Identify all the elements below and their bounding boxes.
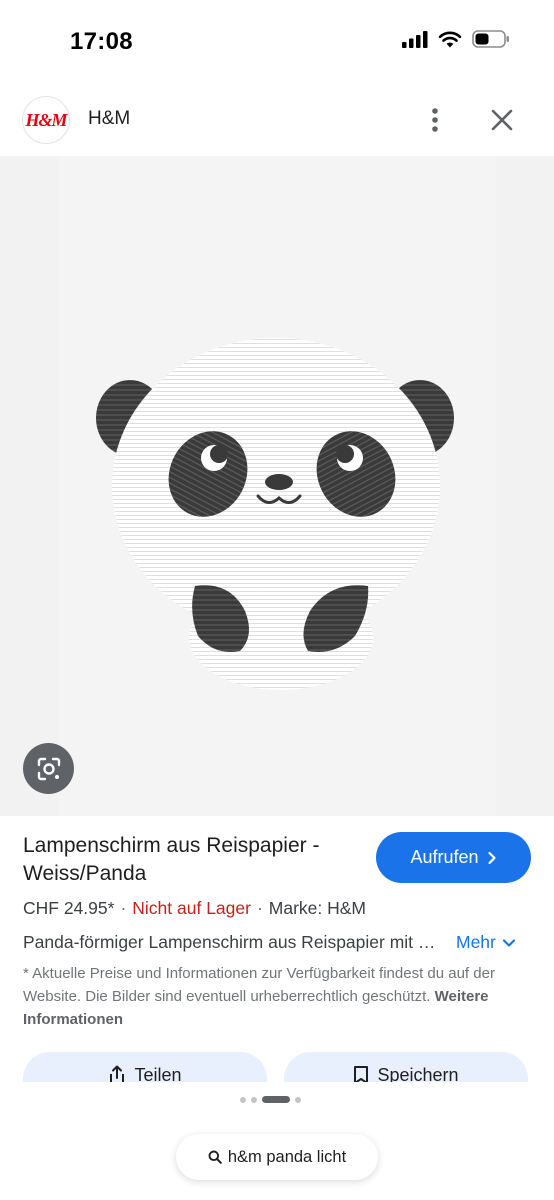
- product-description: Panda-förmiger Lampenschirm aus Reispapi…: [23, 932, 447, 952]
- visit-button[interactable]: Aufrufen: [376, 832, 531, 883]
- status-time: 17:08: [70, 28, 133, 55]
- action-row: Teilen Speichern: [0, 1052, 554, 1082]
- more-options-button[interactable]: [422, 104, 448, 136]
- share-button-label: Teilen: [134, 1065, 182, 1082]
- bookmark-icon: [354, 1066, 369, 1082]
- site-logo[interactable]: H&M: [22, 96, 70, 144]
- search-icon: [208, 1150, 222, 1164]
- share-icon: [110, 1065, 125, 1082]
- carousel-indicator: [240, 1096, 301, 1103]
- product-title[interactable]: Lampenschirm aus Reispapier - Weiss/Pand…: [23, 832, 363, 888]
- signal-icon: [402, 31, 428, 48]
- carousel-dot: [251, 1096, 257, 1103]
- search-query-pill[interactable]: h&m panda licht: [176, 1134, 378, 1180]
- bottom-area: h&m panda licht: [0, 1082, 554, 1200]
- carousel-dot: [295, 1096, 301, 1103]
- site-logo-text: H&M: [25, 109, 67, 130]
- google-lens-icon: [37, 757, 60, 780]
- meta-separator: ·: [120, 898, 127, 918]
- site-name[interactable]: H&M: [88, 108, 130, 130]
- more-button[interactable]: Mehr: [456, 932, 516, 953]
- share-button[interactable]: Teilen: [23, 1052, 267, 1082]
- battery-icon: [472, 30, 509, 48]
- save-button-label: Speichern: [377, 1065, 459, 1082]
- product-image-area[interactable]: [0, 156, 554, 816]
- stock-status: Nicht auf Lager: [132, 898, 251, 918]
- panda-lamp-image: [96, 338, 454, 690]
- product-meta: CHF 24.95* · Nicht auf Lager · Marke: H&M: [23, 898, 366, 919]
- price-disclaimer: * Aktuelle Preise und Informationen zur …: [23, 962, 531, 1031]
- save-button[interactable]: Speichern: [284, 1052, 528, 1082]
- search-query-text: h&m panda licht: [227, 1147, 347, 1166]
- close-button[interactable]: [486, 104, 518, 136]
- carousel-dot: [240, 1096, 246, 1103]
- more-button-label: Mehr: [456, 932, 496, 952]
- carousel-dot-active: [262, 1096, 290, 1103]
- google-lens-button[interactable]: [23, 743, 74, 794]
- site-header: H&M H&M: [0, 84, 554, 156]
- more-vert-icon: [432, 108, 438, 132]
- meta-separator: ·: [256, 898, 263, 918]
- disclaimer-text: * Aktuelle Preise und Informationen zur …: [23, 965, 495, 1005]
- chevron-down-icon: [502, 938, 515, 947]
- chevron-right-icon: [487, 851, 496, 864]
- product-brand: Marke: H&M: [268, 898, 367, 918]
- wifi-icon: [438, 31, 462, 48]
- status-bar: 17:08: [0, 0, 554, 84]
- visit-button-label: Aufrufen: [410, 847, 479, 867]
- close-icon: [491, 109, 513, 131]
- status-icons: [402, 30, 510, 48]
- product-price: CHF 24.95*: [23, 898, 115, 918]
